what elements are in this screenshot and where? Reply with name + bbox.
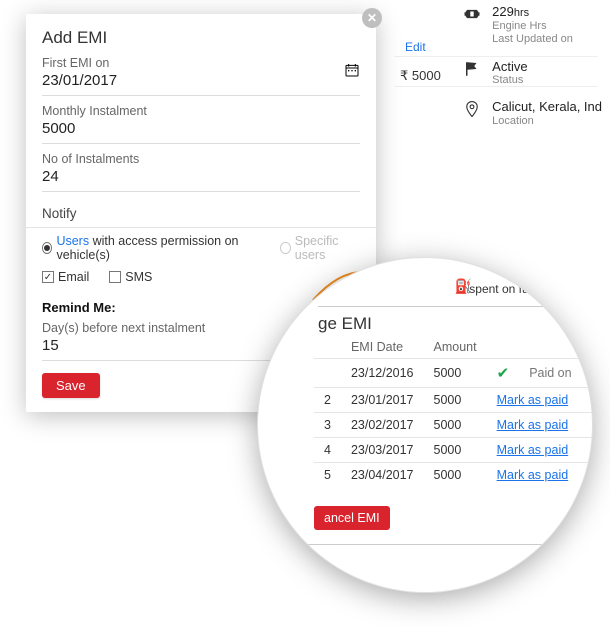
- instalments-input[interactable]: 24: [42, 166, 360, 192]
- engine-hours: 229hrs Engine Hrs Last Updated on: [462, 4, 602, 47]
- mark-as-paid-link[interactable]: Mark as paid: [497, 418, 569, 432]
- location-icon: [462, 99, 482, 119]
- specific-users-label: Specific users: [295, 234, 360, 262]
- row-number: 2: [314, 388, 341, 413]
- instalments-label: No of Instalments: [42, 152, 360, 166]
- monthly-input[interactable]: 5000: [42, 118, 360, 144]
- checkbox-checked-icon: ✓: [42, 271, 54, 283]
- price-value: ₹ 5000: [400, 68, 441, 84]
- radio-on-icon: [42, 242, 52, 254]
- row-amount: 5000: [424, 463, 487, 488]
- divider: [298, 544, 562, 545]
- radio-off-icon: [280, 242, 290, 254]
- vehicle-info-panel: 229hrs Engine Hrs Last Updated on Active…: [462, 4, 602, 128]
- emi-table: EMI Date Amount 23/12/20165000✔Paid on22…: [314, 336, 592, 487]
- row-date: 23/03/2017: [341, 438, 424, 463]
- mark-as-paid-link[interactable]: Mark as paid: [497, 393, 569, 407]
- emi-detail-magnifier: ⛽ spent on fuel ge EMI EMI Date Amount 2…: [258, 258, 592, 592]
- sms-label: SMS: [125, 270, 152, 284]
- col-amount: Amount: [424, 336, 487, 359]
- col-emi-date: EMI Date: [341, 336, 424, 359]
- row-date: 23/04/2017: [341, 463, 424, 488]
- table-row: 523/04/20175000 Mark as paid: [314, 463, 592, 488]
- modal-title: Add EMI: [42, 28, 360, 48]
- spent-on-fuel-label: spent on fuel: [469, 282, 538, 296]
- monthly-label: Monthly Instalment: [42, 104, 360, 118]
- location-value: Calicut, Kerala, Ind: [492, 99, 602, 115]
- row-number: 4: [314, 438, 341, 463]
- row-number: 5: [314, 463, 341, 488]
- row-amount: 5000: [424, 413, 487, 438]
- row-amount: 5000: [424, 388, 487, 413]
- radio-specific-users[interactable]: Specific users: [280, 234, 360, 262]
- divider: [395, 56, 598, 57]
- flag-icon: [462, 59, 482, 79]
- row-date: 23/12/2016: [341, 359, 424, 388]
- manage-emi-heading: ge EMI: [318, 314, 372, 334]
- row-number: [314, 359, 341, 388]
- first-emi-input[interactable]: 23/01/2017: [42, 70, 360, 96]
- engine-hours-updated: Last Updated on: [492, 33, 573, 46]
- table-row: 323/02/20175000 Mark as paid: [314, 413, 592, 438]
- engine-hours-value: 229: [492, 4, 514, 19]
- row-number: 3: [314, 413, 341, 438]
- first-emi-label: First EMI on: [42, 56, 360, 70]
- users-link[interactable]: Users: [56, 234, 89, 248]
- engine-hours-label: Engine Hrs: [492, 20, 573, 33]
- edit-link[interactable]: Edit: [405, 40, 426, 54]
- table-row: 423/03/20175000 Mark as paid: [314, 438, 592, 463]
- row-date: 23/01/2017: [341, 388, 424, 413]
- table-row: 223/01/20175000 Mark as paid: [314, 388, 592, 413]
- engine-hours-unit: hrs: [514, 7, 529, 19]
- col-number: [314, 336, 341, 359]
- row-amount: 5000: [424, 359, 487, 388]
- row-date: 23/02/2017: [341, 413, 424, 438]
- paid-on-label: Paid on: [519, 359, 581, 388]
- row-amount: 5000: [424, 438, 487, 463]
- divider: [26, 227, 376, 228]
- mark-as-paid-link[interactable]: Mark as paid: [497, 468, 569, 482]
- radio-users-permission[interactable]: Users with access permission on vehicle(…: [42, 234, 258, 262]
- engine-icon: [462, 4, 482, 24]
- status-value: Active: [492, 59, 527, 75]
- location-row: Calicut, Kerala, Ind Location: [462, 99, 602, 128]
- divider: [318, 306, 562, 307]
- calendar-icon[interactable]: [344, 62, 360, 81]
- check-icon: ✔: [497, 365, 510, 382]
- checkbox-email[interactable]: ✓ Email: [42, 270, 89, 284]
- status-row: Active Status: [462, 59, 602, 88]
- mark-as-paid-link[interactable]: Mark as paid: [497, 443, 569, 457]
- checkbox-sms[interactable]: SMS: [109, 270, 152, 284]
- table-row: 23/12/20165000 ✔ Paid on22/12/.: [314, 359, 592, 388]
- email-label: Email: [58, 270, 89, 284]
- save-button[interactable]: Save: [42, 373, 100, 398]
- checkbox-unchecked-icon: [109, 271, 121, 283]
- paid-date: 22/12/.: [582, 359, 592, 388]
- location-label: Location: [492, 115, 602, 128]
- close-icon[interactable]: ✕: [362, 8, 382, 28]
- notify-label: Notify: [42, 206, 360, 221]
- cancel-emi-button[interactable]: ancel EMI: [314, 506, 390, 530]
- divider: [395, 86, 598, 87]
